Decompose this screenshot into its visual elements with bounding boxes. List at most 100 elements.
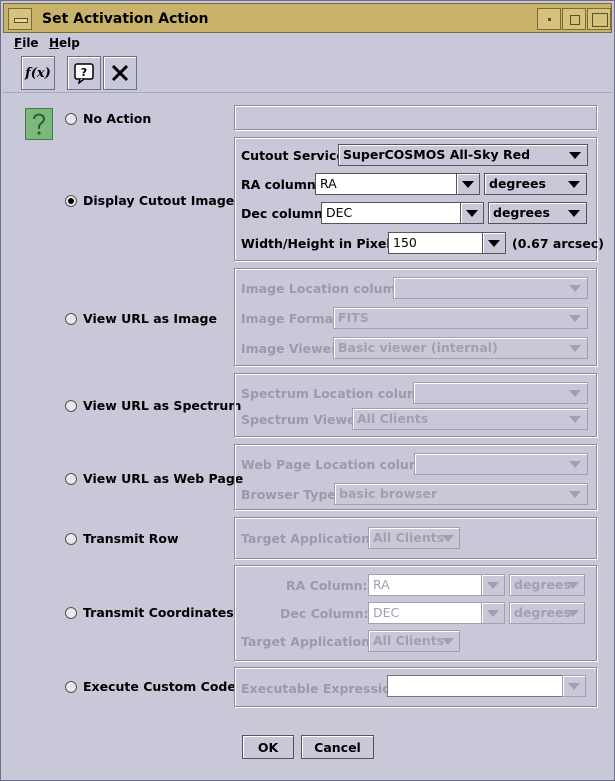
radio-button[interactable]: [65, 112, 77, 125]
chevron-down-icon: [567, 582, 579, 589]
radio-button[interactable]: [65, 312, 77, 325]
radio-button[interactable]: [65, 606, 77, 619]
option-label: No Action: [83, 111, 152, 126]
chevron-down-icon: [442, 535, 454, 542]
function-button[interactable]: f(x): [21, 56, 55, 90]
spectrum-viewer-select[interactable]: All Clients: [352, 408, 588, 430]
no-action-panel: [234, 105, 597, 130]
radio-button[interactable]: [65, 680, 77, 693]
expression-input[interactable]: [387, 675, 563, 697]
close-button[interactable]: [103, 56, 137, 90]
svg-text:?: ?: [81, 66, 87, 79]
chevron-down-icon: [487, 610, 499, 617]
option-label: Display Cutout Image: [83, 193, 235, 208]
image-viewer-value: Basic viewer (internal): [338, 340, 498, 355]
browser-type-value: basic browser: [339, 486, 438, 501]
radio-execute-custom-code[interactable]: Execute Custom Code: [65, 679, 236, 694]
image-location-label: Image Location column:: [241, 281, 410, 296]
ra-unit-select[interactable]: degrees: [484, 173, 587, 195]
dec-column-label: Dec column:: [241, 206, 328, 221]
dec-column-input[interactable]: DEC: [321, 202, 461, 224]
spectrum-viewer-label: Spectrum Viewer:: [241, 412, 367, 427]
cancel-button[interactable]: Cancel: [301, 735, 374, 759]
spectrum-location-label: Spectrum Location column:: [241, 386, 434, 401]
custom-code-panel: Executable Expression:: [234, 667, 597, 707]
maximize-button[interactable]: [562, 8, 586, 30]
context-help-icon[interactable]: [25, 108, 53, 140]
tc-target-select[interactable]: All Clients: [368, 630, 460, 652]
radio-view-url-image[interactable]: View URL as Image: [65, 311, 217, 326]
ra-unit-value: degrees: [489, 176, 546, 191]
dec-unit-value: degrees: [493, 205, 550, 220]
ra-column-dropdown[interactable]: [456, 173, 480, 195]
radio-button[interactable]: [65, 399, 77, 412]
radio-transmit-row[interactable]: Transmit Row: [65, 531, 179, 546]
tc-ra-input[interactable]: RA: [368, 574, 482, 596]
image-location-select[interactable]: [393, 277, 588, 299]
radio-display-cutout-image[interactable]: Display Cutout Image: [65, 193, 234, 208]
size-dropdown[interactable]: [482, 232, 506, 254]
radio-button-selected[interactable]: [65, 194, 77, 207]
menu-bar: File Help: [3, 34, 612, 52]
chevron-down-icon: [568, 683, 580, 690]
ok-button[interactable]: OK: [242, 735, 294, 759]
toolbar: f(x) ?: [3, 53, 612, 93]
spectrum-viewer-value: All Clients: [357, 411, 429, 426]
minimize-button[interactable]: [537, 8, 561, 30]
question-mark-icon: [33, 113, 46, 135]
browser-type-select[interactable]: basic browser: [334, 483, 588, 505]
transmit-row-panel: Target Application: All Clients: [234, 517, 597, 559]
tc-dec-dropdown[interactable]: [481, 602, 505, 624]
transmit-coords-panel: RA Column: RA degrees Dec Column: DEC de…: [234, 565, 597, 661]
radio-view-url-web-page[interactable]: View URL as Web Page: [65, 471, 243, 486]
transmit-row-target-select[interactable]: All Clients: [368, 527, 460, 549]
web-location-label: Web Page Location column:: [241, 457, 436, 472]
help-button[interactable]: ?: [67, 56, 101, 90]
image-format-label: Image Format:: [241, 311, 345, 326]
chevron-down-icon: [568, 181, 580, 188]
cutout-panel: Cutout Service: SuperCOSMOS All-Sky Red …: [234, 137, 604, 261]
url-image-panel: Image Location column: Image Format: FIT…: [234, 268, 597, 366]
window-menu-button[interactable]: [8, 8, 32, 30]
chevron-down-icon: [569, 285, 581, 292]
chevron-down-icon: [569, 345, 581, 352]
radio-view-url-spectrum[interactable]: View URL as Spectrum: [65, 398, 241, 413]
dialog-window: Set Activation Action File Help f(x) ? N…: [0, 0, 615, 781]
radio-button[interactable]: [65, 532, 77, 545]
dec-column-dropdown[interactable]: [460, 202, 484, 224]
window-close-button[interactable]: [587, 8, 611, 30]
radio-button[interactable]: [65, 472, 77, 485]
tc-target-value: All Clients: [373, 633, 445, 648]
web-location-select[interactable]: [414, 453, 588, 475]
radio-transmit-coordinates[interactable]: Transmit Coordinates: [65, 605, 234, 620]
tc-dec-unit-select[interactable]: degrees: [509, 602, 585, 624]
tc-ra-unit-select[interactable]: degrees: [509, 574, 585, 596]
dec-unit-select[interactable]: degrees: [488, 202, 587, 224]
expression-label: Executable Expression:: [241, 681, 405, 696]
ra-column-input[interactable]: RA: [315, 173, 457, 195]
image-format-select[interactable]: FITS: [333, 307, 588, 329]
image-format-value: FITS: [338, 310, 369, 325]
browser-type-label: Browser Type:: [241, 487, 341, 502]
help-icon: ?: [74, 63, 94, 84]
menu-help[interactable]: Help: [49, 36, 80, 50]
chevron-down-icon: [569, 491, 581, 498]
menu-file[interactable]: File: [14, 36, 39, 50]
radio-no-action[interactable]: No Action: [65, 111, 151, 126]
expression-dropdown[interactable]: [562, 675, 586, 697]
chevron-down-icon: [569, 416, 581, 423]
option-label: Transmit Row: [83, 531, 179, 546]
chevron-down-icon: [569, 315, 581, 322]
chevron-down-icon: [488, 240, 500, 247]
tc-dec-input[interactable]: DEC: [368, 602, 482, 624]
image-viewer-label: Image Viewer:: [241, 341, 343, 356]
tc-ra-dropdown[interactable]: [481, 574, 505, 596]
url-web-panel: Web Page Location column: Browser Type: …: [234, 444, 597, 510]
size-input[interactable]: 150: [388, 232, 483, 254]
spectrum-location-select[interactable]: [413, 382, 588, 404]
cutout-service-select[interactable]: SuperCOSMOS All-Sky Red: [338, 144, 588, 166]
image-viewer-select[interactable]: Basic viewer (internal): [333, 337, 588, 359]
title-bar[interactable]: Set Activation Action: [3, 3, 612, 33]
chevron-down-icon: [568, 210, 580, 217]
window-title: Set Activation Action: [42, 11, 209, 27]
